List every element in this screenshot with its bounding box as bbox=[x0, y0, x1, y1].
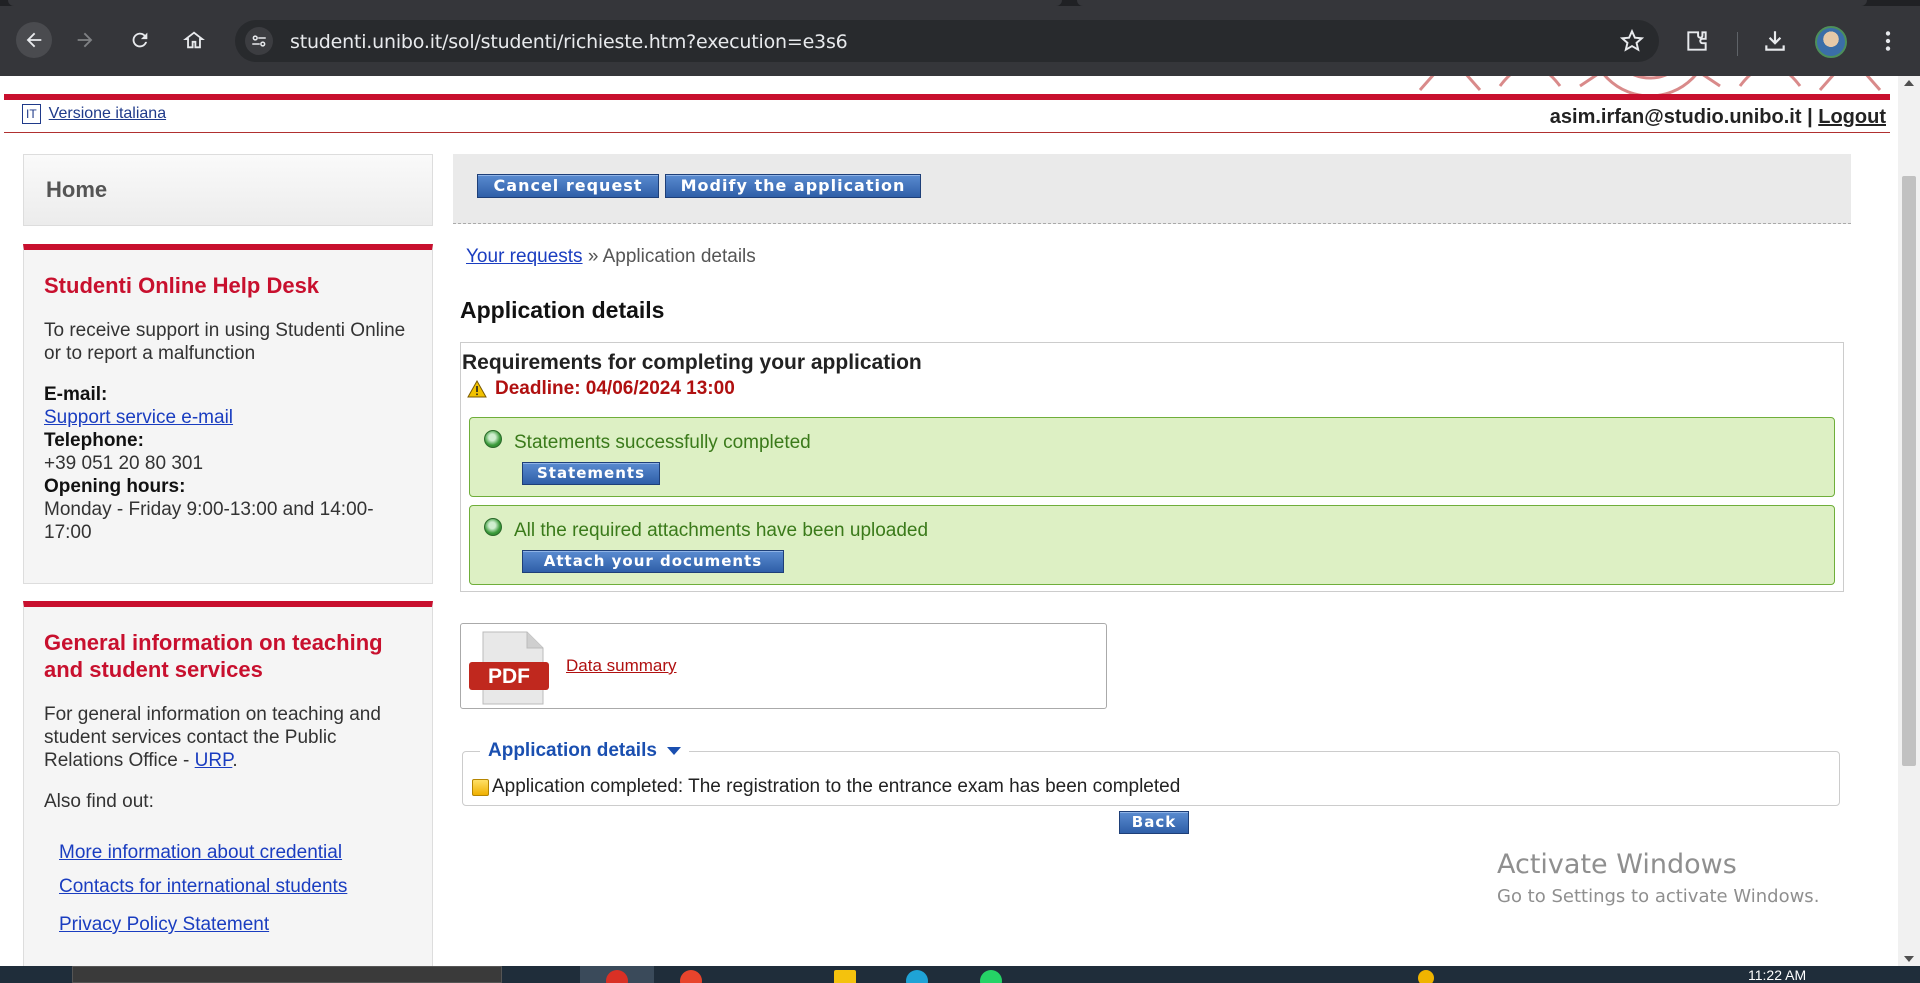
success-dot-icon bbox=[484, 518, 502, 536]
taskbar-app-icon[interactable] bbox=[680, 970, 702, 983]
page-title: Application details bbox=[460, 297, 665, 323]
cancel-request-button[interactable]: Cancel request bbox=[477, 174, 659, 198]
tray-icon[interactable] bbox=[1418, 970, 1434, 983]
opening-hours-label: Opening hours: bbox=[44, 476, 186, 497]
telephone-label: Telephone: bbox=[44, 430, 144, 451]
credential-info-link[interactable]: More information about credential bbox=[59, 841, 412, 864]
language-switch[interactable]: IT Versione italiana bbox=[22, 104, 166, 124]
action-bar: Cancel request Modify the application bbox=[453, 154, 1851, 224]
italian-version-link[interactable]: Versione italiana bbox=[49, 105, 166, 123]
back-button[interactable] bbox=[16, 22, 52, 58]
kebab-menu-icon[interactable] bbox=[1875, 28, 1901, 59]
language-badge: IT bbox=[22, 104, 41, 124]
windows-taskbar: 11:22 AM bbox=[0, 966, 1920, 983]
data-summary-box: PDF Data summary bbox=[460, 623, 1107, 709]
taskbar-preview-thumbnail[interactable] bbox=[72, 966, 502, 983]
help-desk-intro: To receive support in using Studenti Onl… bbox=[44, 320, 406, 364]
reload-button[interactable] bbox=[122, 22, 158, 58]
attach-documents-button[interactable]: Attach your documents bbox=[522, 550, 784, 573]
activate-windows-watermark: Activate Windows Go to Settings to activ… bbox=[1497, 849, 1819, 907]
profile-avatar[interactable] bbox=[1815, 26, 1847, 58]
general-info-text: For general information on teaching and … bbox=[44, 703, 412, 772]
scrollbar-thumb[interactable] bbox=[1902, 176, 1916, 766]
sidebar-home[interactable]: Home bbox=[23, 154, 433, 226]
general-info-box: General information on teaching and stud… bbox=[23, 601, 433, 966]
user-email: asim.irfan@studio.unibo.it bbox=[1549, 106, 1802, 128]
browser-toolbar: studenti.unibo.it/sol/studenti/richieste… bbox=[0, 6, 1920, 76]
address-bar[interactable]: studenti.unibo.it/sol/studenti/richieste… bbox=[235, 20, 1659, 62]
statements-button[interactable]: Statements bbox=[522, 462, 660, 485]
application-status: Application completed: The registration … bbox=[472, 776, 1180, 798]
success-dot-icon bbox=[484, 430, 502, 448]
pdf-icon-label: PDF bbox=[488, 665, 530, 688]
warning-icon bbox=[467, 380, 487, 398]
forward-button[interactable] bbox=[67, 22, 103, 58]
download-icon[interactable] bbox=[1762, 28, 1788, 59]
header-thin-rule bbox=[4, 132, 1890, 133]
back-button-page[interactable]: Back bbox=[1119, 811, 1189, 834]
email-label: E-mail: bbox=[44, 384, 108, 405]
home-button[interactable] bbox=[176, 22, 212, 58]
whatsapp-app-icon[interactable] bbox=[980, 970, 1002, 983]
university-seal-graphic bbox=[1418, 76, 1882, 94]
page-viewport: IT Versione italiana asim.irfan@studio.u… bbox=[0, 76, 1898, 966]
find-out-links: More information about credential Contac… bbox=[44, 841, 412, 936]
statements-status: Statements successfully completed Statem… bbox=[469, 417, 1835, 497]
requirements-panel: Requirements for completing your applica… bbox=[460, 342, 1844, 592]
general-info-period: . bbox=[232, 750, 238, 771]
arrow-left-icon bbox=[26, 32, 42, 48]
international-contacts-link[interactable]: Contacts for international students bbox=[59, 875, 412, 898]
help-desk-box: Studenti Online Help Desk To receive sup… bbox=[23, 244, 433, 584]
statements-message: Statements successfully completed bbox=[514, 432, 811, 453]
modify-application-button[interactable]: Modify the application bbox=[665, 174, 921, 198]
folder-app-icon[interactable] bbox=[834, 970, 856, 983]
attachments-status: All the required attachments have been u… bbox=[469, 505, 1835, 585]
general-info-title: General information on teaching and stud… bbox=[44, 630, 383, 682]
find-out-label: Also find out: bbox=[44, 791, 154, 812]
application-status-text: Application completed: The registration … bbox=[492, 776, 1181, 797]
support-email-link[interactable]: Support service e-mail bbox=[44, 407, 233, 428]
urp-link[interactable]: URP bbox=[195, 750, 233, 771]
breadcrumb-your-requests[interactable]: Your requests bbox=[466, 246, 583, 267]
scroll-down-arrow-icon[interactable] bbox=[1904, 956, 1914, 962]
help-desk-title: Studenti Online Help Desk bbox=[44, 273, 320, 298]
url-text[interactable]: studenti.unibo.it/sol/studenti/richieste… bbox=[290, 31, 848, 53]
header-red-rule bbox=[4, 94, 1890, 100]
data-summary-link[interactable]: Data summary bbox=[566, 656, 677, 676]
breadcrumb-current: » Application details bbox=[587, 246, 756, 267]
user-info: asim.irfan@studio.unibo.it | Logout bbox=[1550, 106, 1886, 129]
watermark-line-1: Activate Windows bbox=[1497, 849, 1737, 880]
deadline-text: Deadline: 04/06/2024 13:00 bbox=[495, 378, 735, 399]
bookmark-star-icon[interactable] bbox=[1619, 28, 1645, 59]
logout-link[interactable]: Logout bbox=[1818, 106, 1886, 128]
taskbar-app-icon[interactable] bbox=[906, 970, 928, 983]
status-square-icon bbox=[472, 778, 489, 796]
deadline-notice: Deadline: 04/06/2024 13:00 bbox=[467, 378, 735, 400]
privacy-policy-link[interactable]: Privacy Policy Statement bbox=[59, 913, 412, 936]
scroll-up-arrow-icon[interactable] bbox=[1904, 80, 1914, 86]
breadcrumb: Your requests » Application details bbox=[466, 246, 756, 268]
header-banner bbox=[0, 76, 1898, 94]
chevron-down-icon bbox=[666, 747, 681, 755]
reload-icon bbox=[132, 32, 148, 48]
application-details-legend: Application details bbox=[488, 740, 657, 761]
attachments-message: All the required attachments have been u… bbox=[514, 520, 929, 541]
opening-hours-value: Monday - Friday 9:00-13:00 and 14:00-17:… bbox=[44, 499, 374, 543]
site-info-icon[interactable] bbox=[245, 27, 273, 55]
home-icon bbox=[183, 31, 205, 49]
user-separator: | bbox=[1807, 106, 1813, 128]
pdf-file-icon[interactable]: PDF bbox=[469, 630, 549, 706]
watermark-line-2: Go to Settings to activate Windows. bbox=[1497, 886, 1820, 907]
application-details-toggle[interactable]: Application details bbox=[480, 740, 689, 762]
requirements-title: Requirements for completing your applica… bbox=[462, 351, 922, 374]
toolbar-separator bbox=[1737, 32, 1738, 56]
sidebar-home-label: Home bbox=[46, 177, 108, 202]
page-scrollbar[interactable] bbox=[1898, 76, 1920, 966]
extensions-icon[interactable] bbox=[1684, 28, 1710, 59]
telephone-value: +39 051 20 80 301 bbox=[44, 453, 204, 474]
taskbar-clock[interactable]: 11:22 AM bbox=[1748, 967, 1806, 983]
arrow-right-icon bbox=[77, 32, 93, 48]
